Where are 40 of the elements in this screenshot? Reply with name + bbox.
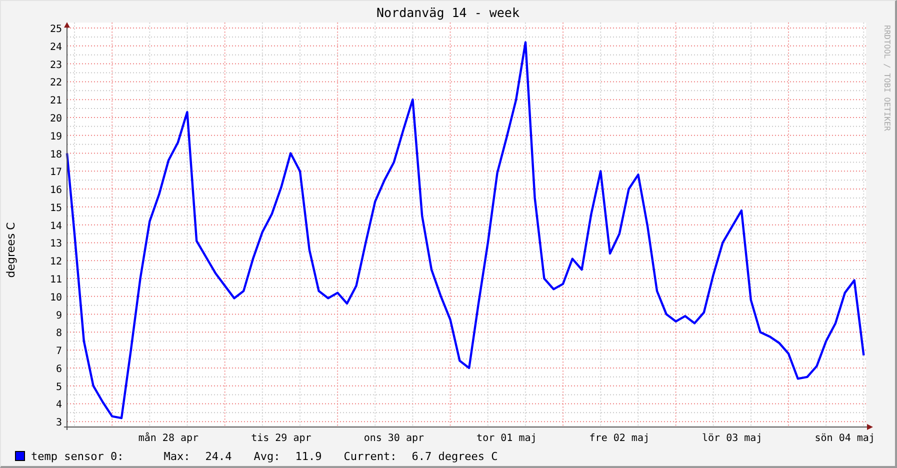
chart-title: Nordanväg 14 - week <box>376 4 520 22</box>
x-tick-label: mån 28 apr <box>138 433 199 444</box>
y-tick-label: 14 <box>50 220 62 232</box>
y-tick-label: 19 <box>50 131 62 142</box>
legend-series-name: temp sensor 0: <box>31 450 124 462</box>
y-tick-label: 13 <box>50 238 62 250</box>
x-tick-label: fre 02 maj <box>589 433 650 444</box>
current-label: Current: <box>344 450 397 462</box>
y-tick-label: 16 <box>50 185 62 196</box>
avg-label: Avg: <box>254 450 280 462</box>
avg-value: 11.9 <box>295 450 322 462</box>
y-tick-label: 4 <box>56 400 62 411</box>
x-tick-label: tor 01 maj <box>476 433 537 444</box>
y-tick-label: 20 <box>50 113 62 124</box>
y-tick-label: 7 <box>56 346 62 358</box>
y-tick-label: 11 <box>50 274 62 286</box>
max-value: 24.4 <box>205 450 232 462</box>
x-tick-label: sön 04 maj <box>814 433 875 444</box>
y-tick-label: 21 <box>50 96 62 107</box>
y-tick-label: 25 <box>50 24 62 36</box>
y-tick-label: 23 <box>50 60 62 71</box>
y-tick-label: 6 <box>56 364 62 375</box>
side-credit-text: RRDTOOL / TOBI OETIKER <box>882 25 891 131</box>
y-tick-label: 18 <box>50 149 62 160</box>
y-axis-label: degrees C <box>4 222 17 278</box>
x-tick-label: lör 03 maj <box>702 433 762 444</box>
y-tick-label: 17 <box>50 167 62 178</box>
y-tick-label: 9 <box>56 310 62 322</box>
y-tick-label: 5 <box>56 382 62 393</box>
y-tick-label: 3 <box>56 418 62 429</box>
x-tick-label: ons 30 apr <box>364 433 424 444</box>
y-tick-label: 10 <box>50 292 62 304</box>
max-label: Max: <box>164 450 190 462</box>
y-tick-label: 22 <box>50 78 62 89</box>
y-tick-label: 8 <box>56 328 62 340</box>
y-tick-label: 24 <box>50 42 62 53</box>
y-tick-label: 15 <box>50 202 62 214</box>
current-value: 6.7 degrees C <box>412 450 498 462</box>
x-tick-label: tis 29 apr <box>251 433 312 444</box>
y-tick-label: 12 <box>50 256 62 268</box>
